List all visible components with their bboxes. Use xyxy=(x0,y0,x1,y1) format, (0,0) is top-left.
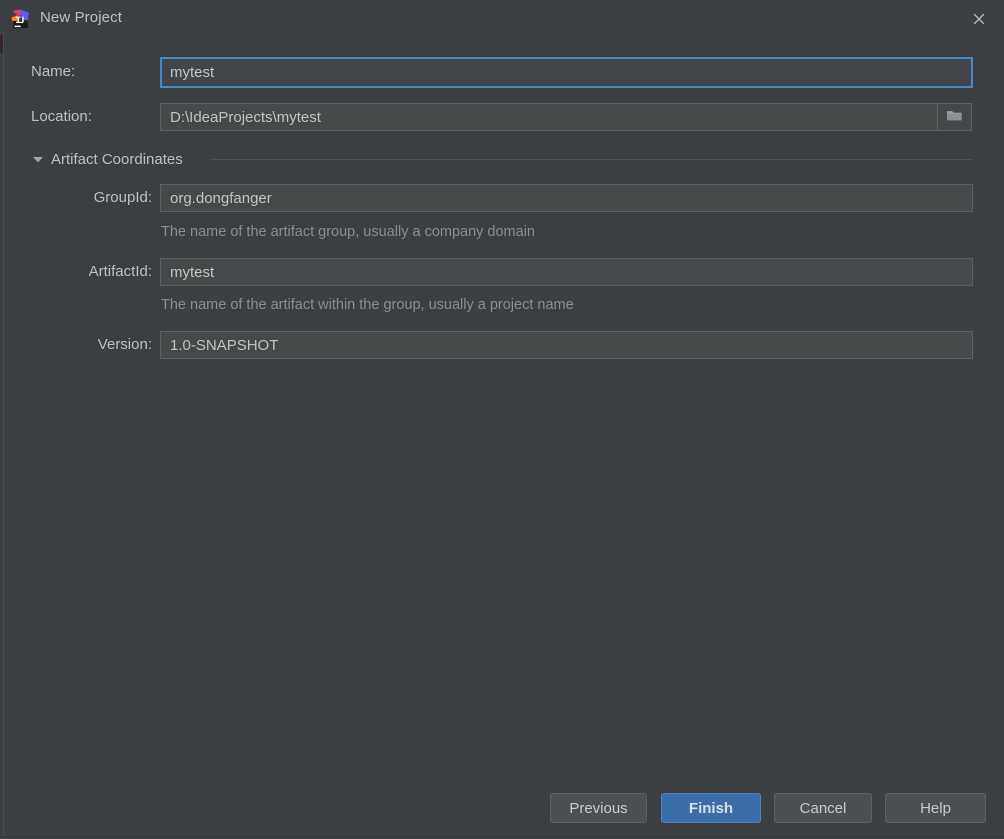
location-browse-button[interactable] xyxy=(938,103,972,131)
section-separator xyxy=(210,159,973,160)
name-label: Name: xyxy=(31,63,76,80)
window-edge-marker xyxy=(0,35,3,53)
intellij-idea-logo-icon xyxy=(10,9,30,29)
artifact-coordinates-section-header[interactable]: Artifact Coordinates xyxy=(31,148,183,170)
location-label: Location: xyxy=(31,108,92,125)
dialog-title: New Project xyxy=(40,9,122,26)
cancel-button[interactable]: Cancel xyxy=(774,793,872,823)
project-location-input[interactable] xyxy=(160,103,938,131)
dialog-title-bar: New Project xyxy=(0,0,1004,37)
artifactid-input[interactable] xyxy=(160,258,973,286)
window-left-border xyxy=(3,30,4,836)
close-icon[interactable] xyxy=(968,8,990,30)
finish-button[interactable]: Finish xyxy=(661,793,761,823)
project-name-input[interactable] xyxy=(160,57,973,88)
new-project-dialog: New Project Name: Location: Artifact Coo… xyxy=(0,0,1004,839)
artifactid-label: ArtifactId: xyxy=(88,263,152,280)
artifact-coordinates-title: Artifact Coordinates xyxy=(51,150,183,168)
artifactid-hint: The name of the artifact within the grou… xyxy=(161,297,574,313)
groupid-hint: The name of the artifact group, usually … xyxy=(161,224,535,240)
previous-button[interactable]: Previous xyxy=(550,793,647,823)
chevron-down-icon xyxy=(31,152,45,166)
version-input[interactable] xyxy=(160,331,973,359)
help-button[interactable]: Help xyxy=(885,793,986,823)
groupid-input[interactable] xyxy=(160,184,973,212)
groupid-label: GroupId: xyxy=(93,189,152,206)
folder-icon xyxy=(946,108,963,127)
version-label: Version: xyxy=(97,336,152,353)
